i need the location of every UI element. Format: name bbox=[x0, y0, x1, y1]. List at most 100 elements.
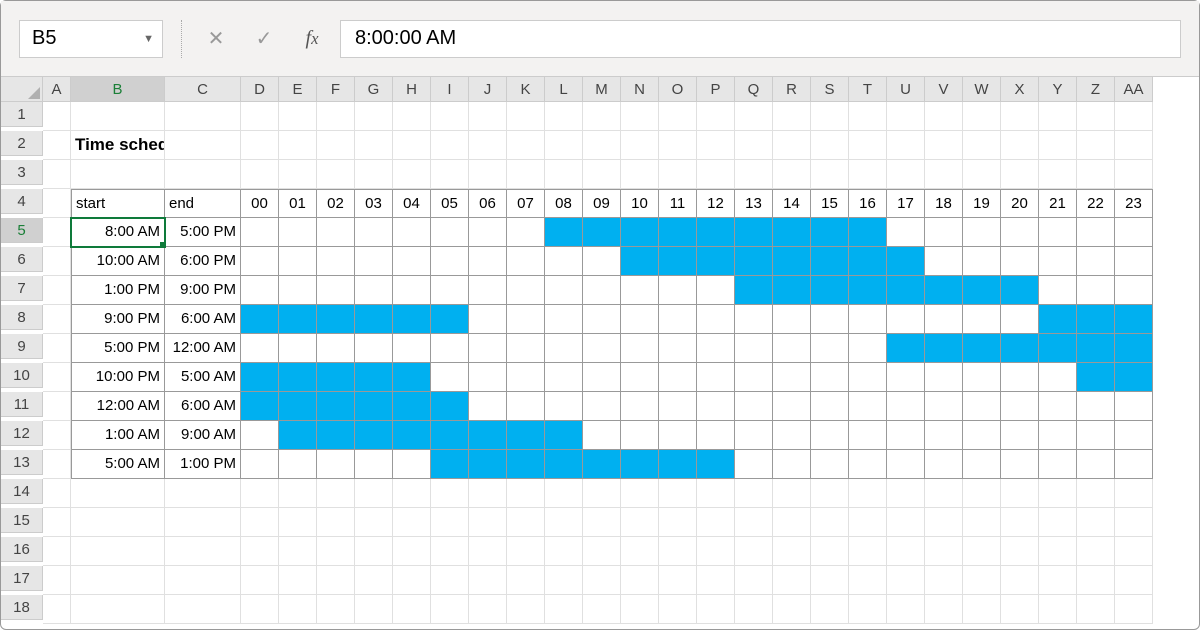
cell[interactable] bbox=[1001, 392, 1039, 421]
cell[interactable] bbox=[735, 276, 773, 305]
cell[interactable] bbox=[773, 160, 811, 189]
cell[interactable] bbox=[71, 566, 165, 595]
cell[interactable] bbox=[545, 334, 583, 363]
cell[interactable] bbox=[317, 595, 355, 624]
cell[interactable]: start bbox=[71, 189, 165, 218]
cell[interactable] bbox=[697, 421, 735, 450]
cell[interactable] bbox=[583, 334, 621, 363]
cell[interactable] bbox=[811, 102, 849, 131]
cell[interactable]: 6:00 PM bbox=[165, 247, 241, 276]
cell[interactable] bbox=[431, 508, 469, 537]
cell[interactable] bbox=[925, 508, 963, 537]
column-header[interactable]: R bbox=[773, 77, 811, 102]
column-header[interactable]: H bbox=[393, 77, 431, 102]
cell[interactable] bbox=[469, 363, 507, 392]
cell[interactable] bbox=[811, 247, 849, 276]
cell[interactable] bbox=[241, 566, 279, 595]
column-header[interactable]: Z bbox=[1077, 77, 1115, 102]
cell[interactable] bbox=[317, 102, 355, 131]
cell[interactable] bbox=[279, 334, 317, 363]
cell[interactable] bbox=[1001, 276, 1039, 305]
cell[interactable] bbox=[811, 479, 849, 508]
cell[interactable] bbox=[469, 305, 507, 334]
cell[interactable] bbox=[469, 334, 507, 363]
cell[interactable] bbox=[241, 218, 279, 247]
cell[interactable] bbox=[469, 595, 507, 624]
cell[interactable] bbox=[963, 537, 1001, 566]
cell[interactable] bbox=[355, 508, 393, 537]
cell[interactable] bbox=[621, 218, 659, 247]
cell[interactable]: 19 bbox=[963, 189, 1001, 218]
cell[interactable] bbox=[545, 450, 583, 479]
cell[interactable] bbox=[583, 131, 621, 160]
cell[interactable]: 12:00 AM bbox=[71, 392, 165, 421]
cell[interactable] bbox=[393, 392, 431, 421]
cell[interactable] bbox=[735, 537, 773, 566]
cell[interactable]: 6:00 AM bbox=[165, 392, 241, 421]
cell[interactable] bbox=[925, 305, 963, 334]
cell[interactable] bbox=[849, 421, 887, 450]
cell[interactable] bbox=[71, 595, 165, 624]
cell[interactable] bbox=[469, 392, 507, 421]
formula-input[interactable]: 8:00:00 AM bbox=[340, 20, 1181, 58]
cell[interactable] bbox=[317, 334, 355, 363]
cell[interactable] bbox=[735, 450, 773, 479]
cell[interactable] bbox=[545, 508, 583, 537]
cell[interactable] bbox=[545, 160, 583, 189]
cell[interactable] bbox=[1039, 363, 1077, 392]
cell[interactable] bbox=[431, 160, 469, 189]
cell[interactable] bbox=[355, 334, 393, 363]
column-header[interactable]: Q bbox=[735, 77, 773, 102]
cell[interactable] bbox=[71, 479, 165, 508]
cell[interactable] bbox=[165, 131, 241, 160]
cell[interactable]: 08 bbox=[545, 189, 583, 218]
cell[interactable] bbox=[1115, 160, 1153, 189]
cell[interactable] bbox=[735, 218, 773, 247]
cell[interactable] bbox=[621, 363, 659, 392]
cell[interactable]: 1:00 PM bbox=[71, 276, 165, 305]
cell[interactable] bbox=[621, 479, 659, 508]
cell[interactable] bbox=[355, 363, 393, 392]
column-header[interactable]: A bbox=[43, 77, 71, 102]
cell[interactable] bbox=[887, 421, 925, 450]
cell[interactable] bbox=[279, 595, 317, 624]
cell[interactable] bbox=[43, 537, 71, 566]
cell[interactable] bbox=[545, 305, 583, 334]
cell[interactable] bbox=[431, 305, 469, 334]
cell[interactable] bbox=[659, 305, 697, 334]
cell[interactable] bbox=[963, 363, 1001, 392]
cell[interactable] bbox=[507, 392, 545, 421]
column-header[interactable]: B bbox=[71, 77, 165, 102]
cell[interactable] bbox=[583, 276, 621, 305]
cell[interactable] bbox=[241, 160, 279, 189]
row-header[interactable]: 8 bbox=[1, 305, 43, 330]
cell[interactable] bbox=[849, 131, 887, 160]
row-header[interactable]: 4 bbox=[1, 189, 43, 214]
cell[interactable] bbox=[925, 160, 963, 189]
cell[interactable] bbox=[963, 305, 1001, 334]
cell[interactable]: 21 bbox=[1039, 189, 1077, 218]
cell[interactable] bbox=[1077, 450, 1115, 479]
cell[interactable] bbox=[431, 102, 469, 131]
cell[interactable] bbox=[1077, 363, 1115, 392]
column-header[interactable]: AA bbox=[1115, 77, 1153, 102]
cell[interactable] bbox=[621, 595, 659, 624]
cell[interactable] bbox=[1001, 566, 1039, 595]
cell[interactable] bbox=[963, 160, 1001, 189]
cell[interactable] bbox=[925, 537, 963, 566]
cell[interactable] bbox=[735, 392, 773, 421]
cell[interactable] bbox=[735, 160, 773, 189]
cell[interactable] bbox=[1077, 479, 1115, 508]
cell[interactable] bbox=[241, 508, 279, 537]
cell[interactable] bbox=[1077, 537, 1115, 566]
cell[interactable] bbox=[43, 305, 71, 334]
cell[interactable] bbox=[811, 450, 849, 479]
cell[interactable] bbox=[317, 508, 355, 537]
cell[interactable] bbox=[241, 276, 279, 305]
cell[interactable] bbox=[71, 102, 165, 131]
cell[interactable] bbox=[659, 537, 697, 566]
cell[interactable] bbox=[469, 276, 507, 305]
cell[interactable] bbox=[545, 247, 583, 276]
cell[interactable]: 18 bbox=[925, 189, 963, 218]
cell[interactable] bbox=[887, 566, 925, 595]
